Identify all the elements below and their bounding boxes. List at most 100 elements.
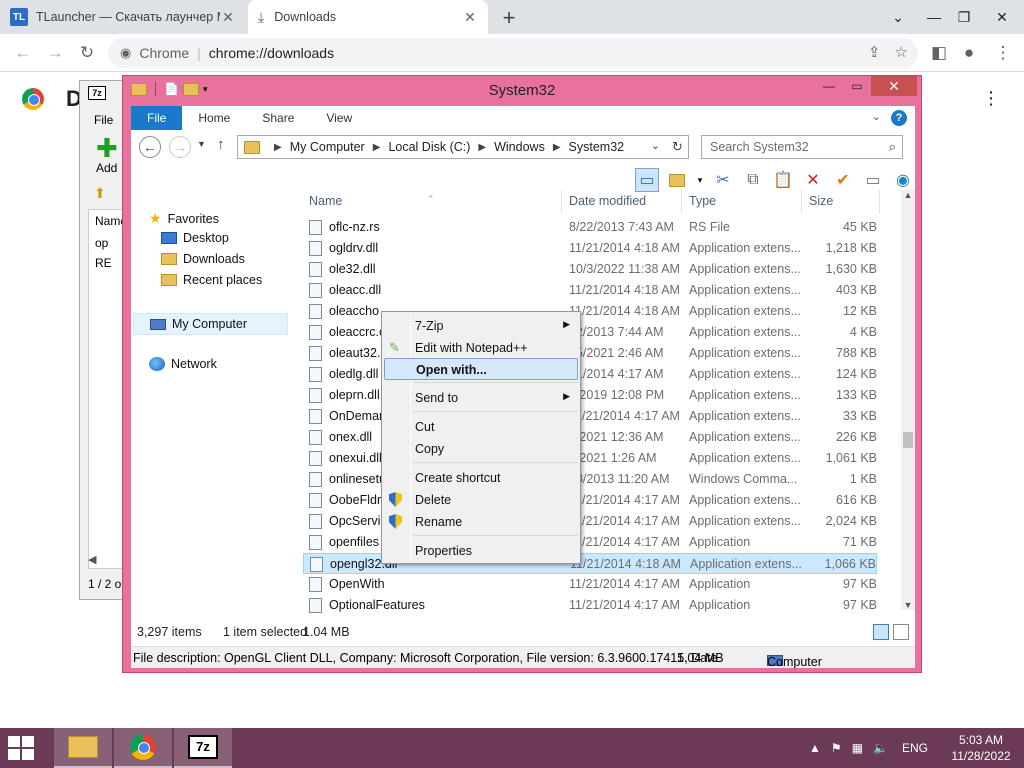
menu-item-create-shortcut[interactable]: Create shortcut xyxy=(384,467,578,489)
close-window-button[interactable]: ✕ xyxy=(980,0,1024,34)
scroll-down-icon[interactable]: ▼ xyxy=(901,600,915,610)
chrome-menu-icon[interactable]: ⋮ xyxy=(990,40,1016,66)
chevron-right-icon[interactable]: ▶ xyxy=(274,142,282,153)
zip-add-label[interactable]: Add xyxy=(96,161,117,175)
up-button[interactable]: ↑ xyxy=(217,136,225,153)
network-tray-icon[interactable]: ▦ xyxy=(852,741,863,755)
list-item[interactable]: RE xyxy=(95,256,112,270)
table-row[interactable]: ole32.dll 10/3/2022 11:38 AM Application e… xyxy=(303,259,877,280)
nav-my-computer[interactable]: My Computer xyxy=(133,313,288,335)
menu-item-properties[interactable]: Properties xyxy=(384,540,578,562)
menu-item-cut[interactable]: Cut xyxy=(384,416,578,438)
volume-icon[interactable]: 🔈 xyxy=(873,741,888,755)
side-panel-icon[interactable]: ◧ xyxy=(926,40,952,66)
menu-item-7zip[interactable]: 7-Zip ▶ xyxy=(384,315,578,337)
tab-tlauncher[interactable]: TL TLauncher — Скачать лаунчер M ✕ xyxy=(0,0,246,34)
zip-menu-file[interactable]: File xyxy=(94,113,113,127)
forward-button[interactable]: → xyxy=(42,40,68,66)
nav-network[interactable]: Network xyxy=(149,357,217,371)
close-tab-icon[interactable]: ✕ xyxy=(220,9,236,26)
share-icon[interactable]: ⇪ xyxy=(868,43,881,61)
breadcrumb-item[interactable]: Windows xyxy=(494,140,545,154)
cut-icon[interactable]: ✂ xyxy=(711,168,735,192)
chevron-down-icon[interactable]: ⌄ xyxy=(651,139,660,152)
column-size[interactable]: Size xyxy=(809,194,833,208)
breadcrumb-item[interactable]: Local Disk (C:) xyxy=(388,140,470,154)
chevron-right-icon[interactable]: ▶ xyxy=(553,142,561,153)
breadcrumb-item[interactable]: System32 xyxy=(569,140,625,154)
folder-options-icon[interactable] xyxy=(665,168,689,192)
menu-item-delete[interactable]: Delete xyxy=(384,489,578,511)
chevron-down-icon[interactable]: ▾ xyxy=(695,168,705,192)
explorer-titlebar[interactable]: 📄 ▾ System32 — ▭ ✕ xyxy=(123,76,921,106)
clock[interactable]: 5:03 AM 11/28/2022 xyxy=(938,732,1024,764)
taskbar-file-explorer[interactable] xyxy=(54,728,112,768)
profile-avatar-icon[interactable]: ● xyxy=(956,40,982,66)
refresh-icon[interactable]: ↻ xyxy=(667,135,689,159)
scroll-thumb[interactable] xyxy=(903,432,913,448)
menu-item-send-to[interactable]: Send to ▶ xyxy=(384,387,578,409)
breadcrumb-item[interactable]: My Computer xyxy=(290,140,365,154)
address-bar[interactable]: ▶ My Computer ▶ Local Disk (C:) ▶ Window… xyxy=(237,135,689,159)
maximize-button[interactable]: ▭ xyxy=(843,76,871,96)
vertical-scrollbar[interactable]: ▲ ▼ xyxy=(901,190,915,610)
windows-start-icon[interactable] xyxy=(8,736,36,760)
globe-icon[interactable]: ◉ xyxy=(891,168,915,192)
menu-item-rename[interactable]: Rename xyxy=(384,511,578,533)
bookmark-star-icon[interactable]: ☆ xyxy=(895,43,908,61)
reload-button[interactable]: ↻ xyxy=(74,40,100,66)
paste-icon[interactable]: 📋 xyxy=(771,168,795,192)
taskbar-seven-zip[interactable]: 7z xyxy=(174,728,232,768)
scroll-up-icon[interactable]: ▲ xyxy=(901,190,915,200)
tab-home[interactable]: Home xyxy=(182,106,246,130)
table-row[interactable]: oleacc.dll 11/21/2014 4:18 AM Application … xyxy=(303,280,877,301)
show-hidden-icons-icon[interactable]: ▲ xyxy=(809,741,821,755)
nav-recent-places[interactable]: Recent places xyxy=(161,273,262,287)
preview-pane-icon[interactable]: ▭ xyxy=(635,168,659,192)
menu-item-copy[interactable]: Copy xyxy=(384,438,578,460)
back-button[interactable]: ← xyxy=(139,136,161,158)
tab-share[interactable]: Share xyxy=(246,106,310,130)
details-view-icon[interactable] xyxy=(873,624,889,640)
nav-favorites[interactable]: ★ Favorites xyxy=(149,210,219,227)
list-item[interactable]: op xyxy=(95,236,108,250)
search-icon[interactable]: ⌕ xyxy=(889,139,896,155)
tab-file[interactable]: File xyxy=(131,106,183,130)
language-indicator[interactable]: ENG xyxy=(902,741,928,755)
search-input[interactable]: Search System32 ⌕ xyxy=(701,135,903,159)
table-row[interactable]: ogldrv.dll 11/21/2014 4:18 AM Application … xyxy=(303,238,877,259)
nav-desktop[interactable]: Desktop xyxy=(161,231,229,245)
taskbar-chrome[interactable] xyxy=(114,728,172,768)
chevron-right-icon[interactable]: ▶ xyxy=(373,142,381,153)
close-window-button[interactable]: ✕ xyxy=(871,76,917,96)
menu-item-open-with[interactable]: Open with... xyxy=(384,358,578,380)
copy-icon[interactable]: ⧉ xyxy=(741,168,765,192)
table-row[interactable]: OptionalFeatures 11/21/2014 4:17 AM Applic… xyxy=(303,595,877,616)
recent-locations-icon[interactable]: ▼ xyxy=(197,139,206,149)
table-row[interactable]: OpenWith 11/21/2014 4:17 AM Application 97 … xyxy=(303,574,877,595)
large-icons-view-icon[interactable] xyxy=(893,624,909,640)
chevron-right-icon[interactable]: ▶ xyxy=(478,142,486,153)
column-name[interactable]: Name xyxy=(309,194,342,208)
tab-view[interactable]: View xyxy=(310,106,368,130)
close-tab-icon[interactable]: ✕ xyxy=(462,9,478,26)
back-button[interactable]: ← xyxy=(10,40,36,66)
delete-icon[interactable]: ✕ xyxy=(801,168,825,192)
help-icon[interactable]: ? xyxy=(891,110,907,126)
column-type[interactable]: Type xyxy=(689,194,716,208)
column-date[interactable]: Date modified xyxy=(569,194,646,208)
add-icon[interactable]: ✚ xyxy=(96,135,118,161)
downloads-menu-icon[interactable]: ⋮ xyxy=(982,88,1000,109)
folder-up-icon[interactable]: ⬆ xyxy=(94,185,106,202)
minimize-button[interactable]: — xyxy=(815,76,843,96)
new-tab-button[interactable]: + xyxy=(497,5,521,31)
tab-downloads[interactable]: ⤓ Downloads ✕ xyxy=(248,0,488,34)
omnibox[interactable]: ◉ Chrome | chrome://downloads ⇪ ☆ xyxy=(108,38,918,68)
rename-icon[interactable]: ▭ xyxy=(861,168,885,192)
scroll-left-icon[interactable]: ◀ xyxy=(88,553,96,566)
menu-item-edit-notepad[interactable]: ✎ Edit with Notepad++ xyxy=(384,337,578,359)
nav-downloads[interactable]: Downloads xyxy=(161,252,245,266)
table-row[interactable]: oflc-nz.rs 8/22/2013 7:43 AM RS File 45 KB xyxy=(303,217,877,238)
action-center-icon[interactable]: ⚑ xyxy=(831,741,842,755)
forward-button[interactable]: → xyxy=(169,136,191,158)
